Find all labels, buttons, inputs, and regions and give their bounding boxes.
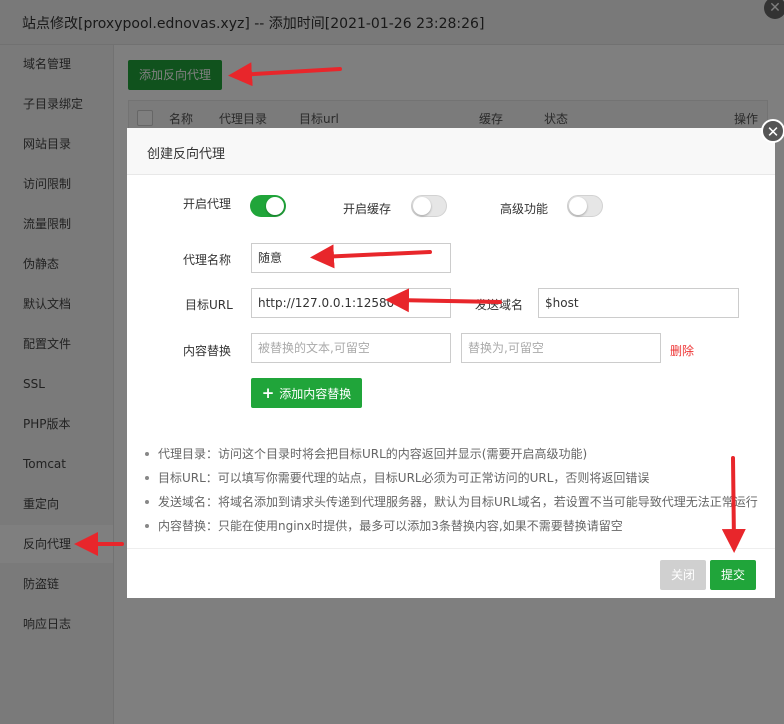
toggle-knob	[413, 197, 431, 215]
toggle-knob	[569, 197, 587, 215]
enable-proxy-label: 开启代理	[183, 197, 232, 211]
close-button[interactable]: 关闭	[660, 560, 706, 590]
plus-icon: +	[261, 384, 275, 402]
submit-button[interactable]: 提交	[710, 560, 756, 590]
add-content-replace-button[interactable]: + 添加内容替换	[251, 378, 362, 408]
send-domain-label: 发送域名	[475, 298, 524, 312]
target-url-input[interactable]: http://127.0.0.1:12580	[251, 288, 451, 318]
add-content-replace-label: 添加内容替换	[279, 387, 352, 401]
dialog-footer: 关闭 提交	[127, 548, 775, 599]
tip-item: 内容替换：只能在使用nginx时提供，最多可以添加3条替换内容,如果不需要替换请…	[141, 518, 775, 542]
create-reverse-proxy-dialog: 创建反向代理 开启代理 开启缓存 高级功能 代理名称 随意 目标URL http…	[127, 128, 775, 598]
tip-item: 目标URL：可以填写你需要代理的站点，目标URL必须为可正常访问的URL，否则将…	[141, 470, 775, 494]
replace-from-input[interactable]: 被替换的文本,可留空	[251, 333, 451, 363]
tip-item: 代理目录：访问这个目录时将会把目标URL的内容返回并显示(需要开启高级功能)	[141, 446, 775, 470]
content-replace-label: 内容替换	[183, 344, 232, 358]
enable-proxy-toggle[interactable]	[250, 195, 286, 217]
advanced-label: 高级功能	[500, 202, 549, 216]
replace-to-input[interactable]: 替换为,可留空	[461, 333, 661, 363]
tip-item: 发送域名：将域名添加到请求头传递到代理服务器，默认为目标URL域名，若设置不当可…	[141, 494, 775, 518]
enable-cache-toggle[interactable]	[411, 195, 447, 217]
dialog-header: 创建反向代理	[127, 128, 775, 175]
dialog-close-icon[interactable]: ✕	[761, 119, 784, 143]
target-url-label: 目标URL	[185, 298, 233, 312]
help-tips: 代理目录：访问这个目录时将会把目标URL的内容返回并显示(需要开启高级功能) 目…	[141, 446, 775, 542]
proxy-name-input[interactable]: 随意	[251, 243, 451, 273]
delete-replace-link[interactable]: 删除	[670, 342, 694, 359]
advanced-toggle[interactable]	[567, 195, 603, 217]
send-domain-input[interactable]: $host	[538, 288, 739, 318]
toggle-knob	[266, 197, 284, 215]
enable-cache-label: 开启缓存	[343, 202, 392, 216]
proxy-name-label: 代理名称	[183, 253, 232, 267]
dialog-title: 创建反向代理	[147, 147, 226, 162]
